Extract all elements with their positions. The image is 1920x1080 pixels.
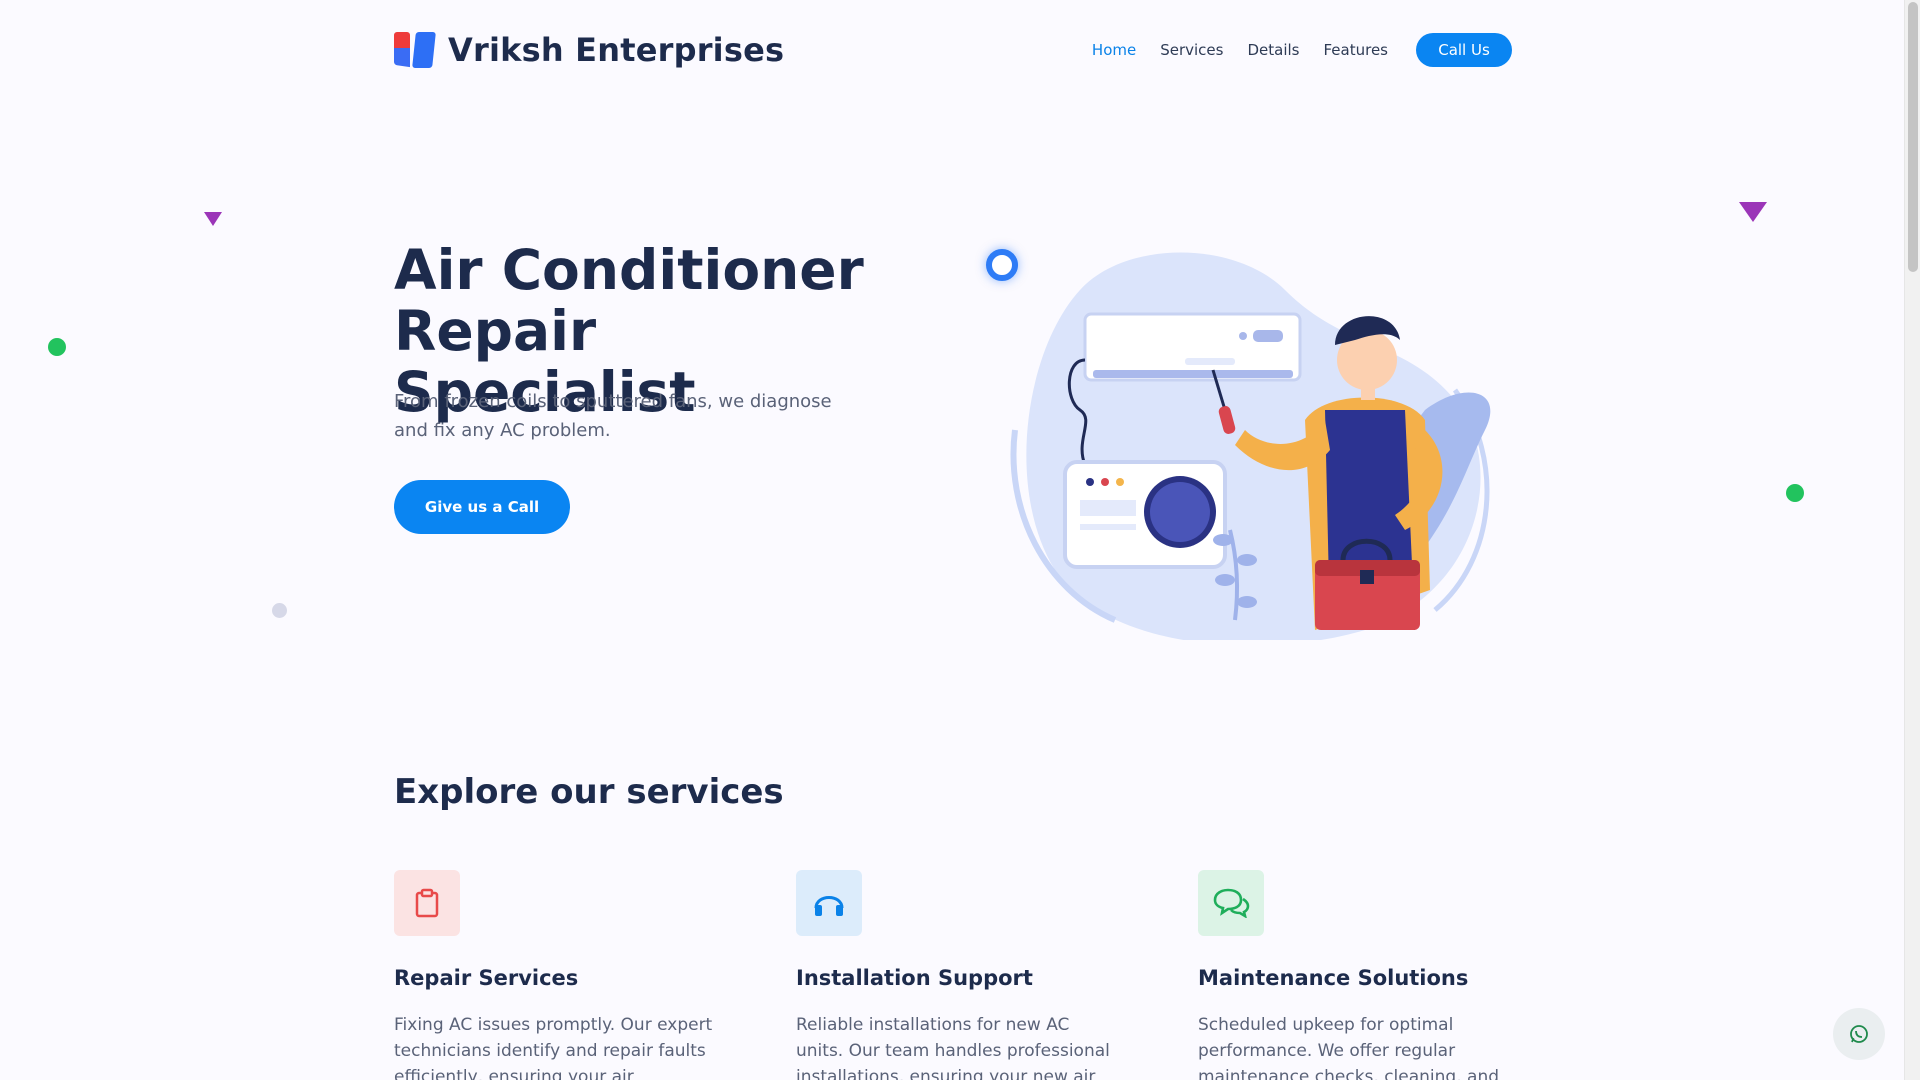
hero-title-line1: Air Conditioner: [394, 238, 864, 302]
decor-dot: [272, 603, 287, 618]
service-title: Maintenance Solutions: [1198, 966, 1469, 990]
service-card-maintenance[interactable]: Maintenance Solutions Scheduled upkeep f…: [1198, 870, 1528, 1080]
hero-subtitle: From frozen coils to sputtered fans, we …: [394, 391, 832, 441]
brand-logo-icon: [394, 32, 436, 68]
whatsapp-icon: [1850, 1025, 1868, 1043]
service-title: Installation Support: [796, 966, 1033, 990]
technician-illustration: [1010, 252, 1491, 640]
decor-triangle: [204, 212, 222, 226]
service-card-repair[interactable]: Repair Services Fixing AC issues promptl…: [394, 870, 724, 1080]
nav-home[interactable]: Home: [1092, 41, 1136, 59]
decor-triangle: [1739, 202, 1767, 222]
give-us-a-call-button[interactable]: Give us a Call: [394, 480, 570, 534]
brand[interactable]: Vriksh Enterprises: [394, 31, 784, 69]
decor-dot: [1786, 484, 1804, 502]
nav-services[interactable]: Services: [1160, 41, 1223, 59]
nav-features[interactable]: Features: [1324, 41, 1389, 59]
service-title: Repair Services: [394, 966, 579, 990]
service-description: Scheduled upkeep for optimal performance…: [1198, 1015, 1500, 1080]
scrollbar-thumb[interactable]: [1908, 2, 1918, 272]
clipboard-icon: [394, 870, 460, 936]
site-header: Vriksh Enterprises Home Services Details…: [394, 30, 1512, 70]
main-nav: Home Services Details Features Call Us: [1092, 33, 1512, 67]
page-scrollbar[interactable]: [1904, 0, 1920, 1080]
brand-name: Vriksh Enterprises: [448, 31, 785, 69]
service-description: Reliable installations for new AC units.…: [796, 1015, 1110, 1080]
chat-bubbles-icon: [1198, 870, 1264, 936]
services-title: Explore our services: [394, 772, 784, 812]
whatsapp-button[interactable]: [1833, 1008, 1885, 1060]
headphones-icon: [796, 870, 862, 936]
call-us-button[interactable]: Call Us: [1416, 33, 1512, 67]
service-description: Fixing AC issues promptly. Our expert te…: [394, 1015, 713, 1080]
decor-dot: [48, 338, 66, 356]
nav-details[interactable]: Details: [1247, 41, 1299, 59]
service-card-installation[interactable]: Installation Support Reliable installati…: [796, 870, 1126, 1080]
